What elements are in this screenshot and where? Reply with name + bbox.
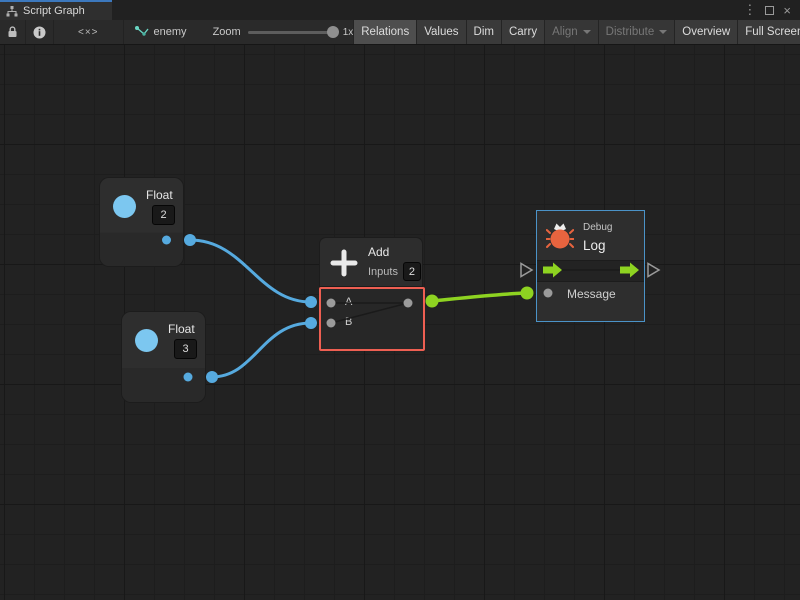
title-bar: Script Graph ⋮ × (0, 0, 800, 20)
info-icon (33, 26, 46, 39)
bug-icon (546, 220, 574, 250)
add-node-header[interactable]: Add Inputs 2 (320, 238, 422, 286)
node-title: Log (583, 238, 606, 253)
carry-button[interactable]: Carry (501, 20, 544, 44)
graph-toolbar: <×> enemy Zoom 1x Relations Values Dim C… (0, 20, 800, 45)
wire-float2-to-add-b[interactable] (212, 323, 311, 377)
inputs-label: Inputs (368, 266, 398, 278)
float1-output-port[interactable] (162, 236, 171, 245)
zoom-label: Zoom (213, 26, 241, 38)
lock-icon (7, 26, 18, 38)
window-menu-icon[interactable]: ⋮ (743, 2, 756, 18)
maximize-icon[interactable] (765, 6, 774, 15)
chevron-down-icon (659, 30, 667, 34)
wire-add-to-debug-message[interactable] (432, 293, 527, 301)
debug-message-port[interactable] (544, 289, 553, 298)
float-value-input[interactable]: 2 (152, 205, 175, 225)
script-graph-icon (6, 6, 18, 17)
overview-button[interactable]: Overview (674, 20, 737, 44)
zoom-slider-handle[interactable] (327, 26, 339, 38)
float-node-1[interactable]: Float 2 (100, 178, 183, 266)
node-title: Float (168, 322, 195, 336)
graph-name-label: enemy (154, 26, 187, 38)
node-title: Add (368, 245, 389, 259)
float-value-dot (135, 329, 158, 352)
message-port-label: Message (567, 287, 616, 301)
add-node-ports[interactable]: A B (319, 287, 425, 351)
float-value-dot (113, 195, 136, 218)
node-title: Float (146, 188, 173, 202)
relations-button[interactable]: Relations (353, 20, 416, 44)
zoom-value: 1x (343, 27, 354, 38)
port-a-label: A (345, 296, 352, 308)
values-button[interactable]: Values (416, 20, 465, 44)
flow-out-triangle-icon[interactable] (648, 264, 659, 277)
plus-icon (330, 249, 358, 277)
float-value-input[interactable]: 3 (174, 339, 197, 359)
debug-log-node[interactable]: Debug Log Message (536, 210, 645, 322)
close-icon[interactable]: × (783, 3, 791, 18)
node-category: Debug (583, 222, 612, 233)
tab-title: Script Graph (23, 5, 85, 17)
align-dropdown[interactable]: Align (544, 20, 598, 44)
add-output-port[interactable] (404, 299, 413, 308)
add-input-a-port[interactable] (327, 299, 336, 308)
float-node-2[interactable]: Float 3 (122, 312, 205, 402)
flow-in-triangle-icon[interactable] (521, 264, 532, 277)
full-screen-button[interactable]: Full Screen (737, 20, 800, 44)
dim-button[interactable]: Dim (466, 20, 501, 44)
chevron-down-icon (583, 30, 591, 34)
graph-reference[interactable]: enemy (124, 20, 197, 44)
lock-button[interactable] (0, 20, 26, 44)
code-toggle-button[interactable]: <×> (54, 20, 124, 44)
tab-script-graph[interactable]: Script Graph (0, 0, 112, 20)
toolbar-button-group: Relations Values Dim Carry Align Distrib… (353, 20, 800, 44)
zoom-slider[interactable] (248, 31, 336, 34)
inputs-count-input[interactable]: 2 (403, 262, 421, 281)
wire-float1-to-add-a[interactable] (190, 240, 311, 302)
add-input-b-port[interactable] (327, 319, 336, 328)
port-b-label: B (345, 316, 352, 328)
info-button[interactable] (26, 20, 54, 44)
graph-canvas[interactable]: Float 2 Float 3 Add Inputs 2 A B (0, 45, 800, 600)
distribute-dropdown[interactable]: Distribute (598, 20, 675, 44)
graph-asset-icon (134, 26, 149, 38)
float2-output-port[interactable] (184, 373, 193, 382)
